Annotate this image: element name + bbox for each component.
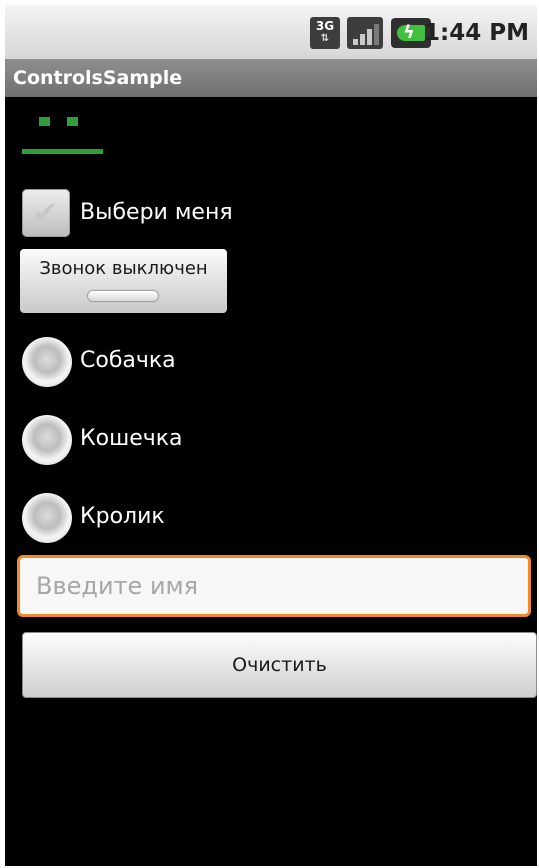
radio-circle-icon[interactable] [22,337,72,387]
title-bar: ControlsSample [5,59,537,97]
network-type-label: 3G [315,19,335,33]
ringer-toggle-button[interactable]: Звонок выключен [20,249,227,313]
radio-dog[interactable]: Собачка [22,337,322,389]
clock: 1:44 PM [424,20,529,46]
radio-rabbit[interactable]: Кролик [22,493,322,545]
radio-cat[interactable]: Кошечка [22,415,322,467]
radio-circle-icon[interactable] [22,415,72,465]
tab-selected-underline [22,149,103,154]
app-title: ControlsSample [13,67,183,89]
app-screen: 3G ⇅ ϟ 1:44 PM ControlsSample ✔ Выбери м… [5,5,537,866]
signal-strength-icon [347,17,383,49]
checkbox-box[interactable]: ✔ [22,189,70,237]
radio-label: Собачка [80,348,176,373]
tab-dots-indicator[interactable] [39,117,89,129]
3g-network-icon: 3G ⇅ [310,17,340,49]
radio-circle-icon[interactable] [22,493,72,543]
radio-label: Кошечка [80,426,183,451]
choose-me-checkbox[interactable]: ✔ Выбери меня [22,189,322,241]
checkmark-icon: ✔ [32,194,59,232]
toggle-label: Звонок выключен [39,258,208,279]
checkbox-label: Выбери меня [80,200,233,225]
clear-button[interactable]: Очистить [22,632,537,698]
name-input[interactable] [17,555,531,617]
toggle-indicator-bar [88,291,158,301]
data-arrows-icon: ⇅ [320,33,330,44]
radio-label: Кролик [80,504,165,529]
status-bar: 3G ⇅ ϟ 1:44 PM [5,5,537,59]
